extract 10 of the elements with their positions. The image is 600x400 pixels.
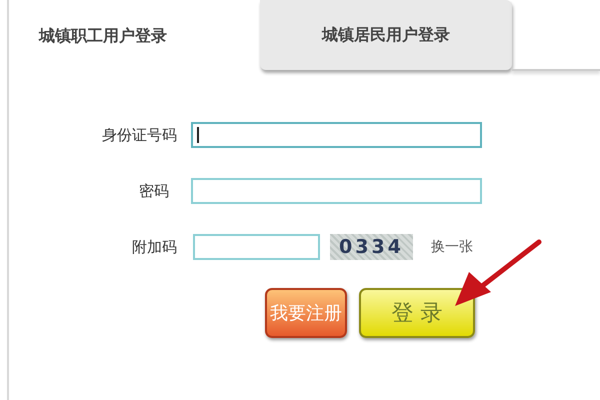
field-label: 附加码: [131, 238, 178, 256]
tab[interactable]: 城镇居民用户登录: [260, 0, 512, 70]
captcha-image: 0334: [330, 234, 413, 260]
refresh-link[interactable]: 换一张: [431, 238, 473, 256]
input-field[interactable]: [191, 122, 482, 148]
field-label: 身份证号码: [101, 126, 178, 144]
input-field[interactable]: [193, 234, 320, 260]
password-field[interactable]: [191, 178, 482, 204]
field-label: 密码: [138, 182, 170, 200]
login-button[interactable]: 登 录: [359, 288, 475, 338]
